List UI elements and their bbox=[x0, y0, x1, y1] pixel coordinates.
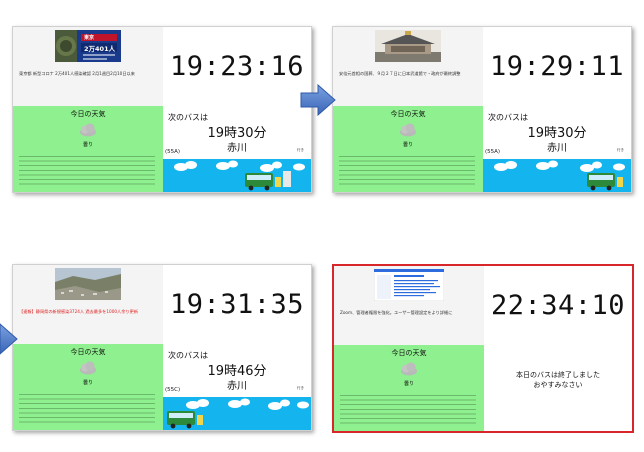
weather-forecast-text bbox=[19, 394, 155, 426]
clock: 19:29:11 bbox=[489, 51, 625, 82]
weather-forecast-text bbox=[340, 395, 476, 427]
display-panel-3: 【速報】静岡県の新規感染3724人 過去最多を1000人余り更新 19:31:3… bbox=[12, 264, 312, 431]
weather-forecast-text bbox=[19, 156, 155, 188]
display-panel-2: 安倍元首相の国葬、９月２７日に日本武道館で・政府が最終調整 19:29:11 今… bbox=[332, 26, 632, 193]
bus-route-code: (55C) bbox=[165, 387, 181, 393]
news-headline[interactable]: 安倍元首相の国葬、９月２７日に日本武道館で・政府が最終調整 bbox=[339, 71, 479, 77]
thumb-count: 2万401人 bbox=[84, 45, 116, 53]
weather-title: 今日の天気 bbox=[390, 110, 426, 118]
weather-section: 今日の天気 曇り bbox=[333, 106, 483, 192]
bus-route-code: (55A) bbox=[485, 149, 501, 155]
weather-label: 曇り bbox=[403, 381, 414, 387]
clock: 19:31:35 bbox=[169, 289, 305, 320]
clock: 19:23:16 bbox=[169, 51, 305, 82]
bus-service-ended-message: 本日のバスは終了しました おやすみなさい bbox=[484, 370, 632, 390]
cloud-icon bbox=[80, 361, 96, 375]
cloud-icon bbox=[80, 123, 96, 137]
display-panel-4: Zoom、管理者権限を強化。ユーザー管理設定をより詳細に 22:34:10 今日… bbox=[332, 264, 634, 433]
sky-banner bbox=[483, 159, 631, 192]
news-section: 安倍元首相の国葬、９月２７日に日本武道館で・政府が最終調整 bbox=[333, 27, 483, 106]
news-thumbnail bbox=[55, 268, 121, 300]
weather-title: 今日の天気 bbox=[70, 348, 106, 356]
news-headline[interactable]: 東京都 新型コロナ 2万401人感染確認 2月1週目2月10日以来 bbox=[19, 71, 159, 77]
bus-section: 次のバスは 19時30分 赤川 (55A) 行き bbox=[163, 106, 311, 192]
bus-section: 本日のバスは終了しました おやすみなさい bbox=[484, 345, 632, 431]
news-section: 【速報】静岡県の新規感染3724人 過去最多を1000人余り更新 bbox=[13, 265, 163, 344]
news-thumbnail bbox=[374, 269, 444, 301]
bus-destination: 赤川 bbox=[227, 143, 247, 154]
news-headline[interactable]: Zoom、管理者権限を強化。ユーザー管理設定をより詳細に bbox=[340, 310, 480, 316]
bus-illustration bbox=[494, 160, 625, 191]
news-section: 東京 2万401人 東京都 新型コロナ 2万401人感染確認 2月1週目2月10… bbox=[13, 27, 163, 106]
arrow-right-icon bbox=[300, 84, 336, 116]
weather-forecast-text bbox=[339, 156, 475, 188]
cloud-icon bbox=[401, 362, 417, 376]
bus-direction-note: 行き bbox=[617, 148, 624, 152]
bus-end-line-2: おやすみなさい bbox=[533, 381, 583, 389]
cloud-icon bbox=[400, 123, 416, 137]
sky-banner bbox=[163, 397, 311, 430]
weather-section: 今日の天気 曇り bbox=[13, 344, 163, 430]
bus-destination: 赤川 bbox=[547, 143, 567, 154]
bus-section: 次のバスは 19時46分 赤川 (55C) 行き bbox=[163, 344, 311, 430]
news-thumbnail bbox=[375, 30, 441, 62]
bus-direction-note: 行き bbox=[297, 386, 304, 390]
weather-title: 今日の天気 bbox=[70, 110, 106, 118]
weather-label: 曇り bbox=[82, 142, 93, 148]
bus-section: 次のバスは 19時30分 赤川 (55A) 行き bbox=[483, 106, 631, 192]
weather-section: 今日の天気 曇り bbox=[13, 106, 163, 192]
news-thumbnail: 東京 2万401人 bbox=[55, 30, 121, 62]
weather-label: 曇り bbox=[82, 380, 93, 386]
arrow-right-icon bbox=[0, 323, 18, 355]
display-panel-1: 東京 2万401人 東京都 新型コロナ 2万401人感染確認 2月1週目2月10… bbox=[12, 26, 312, 193]
news-section: Zoom、管理者権限を強化。ユーザー管理設定をより詳細に bbox=[334, 266, 484, 345]
weather-section: 今日の天気 曇り bbox=[334, 345, 484, 431]
news-headline[interactable]: 【速報】静岡県の新規感染3724人 過去最多を1000人余り更新 bbox=[19, 309, 159, 315]
bus-route-code: (55A) bbox=[165, 149, 181, 155]
bus-destination: 赤川 bbox=[227, 381, 247, 392]
bus-illustration bbox=[167, 398, 309, 429]
weather-label: 曇り bbox=[402, 142, 413, 148]
thumb-place: 東京 bbox=[84, 35, 95, 41]
sky-banner bbox=[163, 159, 311, 192]
clock: 22:34:10 bbox=[490, 290, 626, 321]
bus-direction-note: 行き bbox=[297, 148, 304, 152]
bus-illustration bbox=[174, 160, 305, 191]
bus-end-line-1: 本日のバスは終了しました bbox=[516, 371, 600, 379]
weather-title: 今日の天気 bbox=[391, 349, 427, 357]
